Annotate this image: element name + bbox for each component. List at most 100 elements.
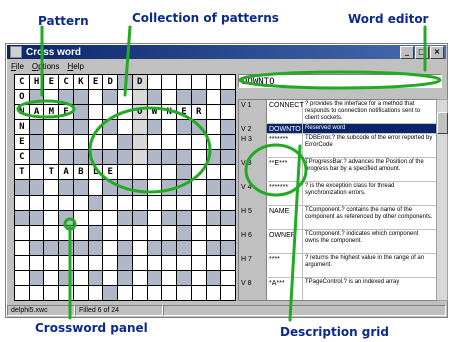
crossword-cell[interactable] bbox=[29, 240, 44, 255]
crossword-cell[interactable] bbox=[73, 240, 88, 255]
crossword-cell[interactable] bbox=[73, 270, 88, 285]
crossword-cell[interactable] bbox=[177, 135, 191, 150]
crossword-cell[interactable] bbox=[118, 285, 132, 300]
crossword-cell[interactable] bbox=[59, 195, 73, 210]
crossword-cell[interactable] bbox=[44, 225, 59, 240]
crossword-cell[interactable] bbox=[103, 180, 118, 195]
crossword-cell[interactable]: C bbox=[15, 150, 29, 165]
crossword-cell[interactable] bbox=[162, 120, 177, 135]
close-button[interactable]: × bbox=[430, 46, 444, 59]
crossword-cell[interactable] bbox=[103, 120, 118, 135]
crossword-cell[interactable] bbox=[162, 180, 177, 195]
crossword-cell[interactable] bbox=[59, 240, 73, 255]
crossword-cell[interactable] bbox=[132, 180, 147, 195]
crossword-cell[interactable] bbox=[206, 135, 221, 150]
crossword-cell[interactable] bbox=[103, 90, 118, 105]
description-row[interactable]: V 3 **E*** TProgressBar.? advances the Pos… bbox=[239, 158, 436, 182]
crossword-cell[interactable] bbox=[191, 195, 206, 210]
crossword-cell[interactable] bbox=[162, 270, 177, 285]
crossword-cell[interactable] bbox=[162, 135, 177, 150]
crossword-cell[interactable]: E bbox=[44, 75, 59, 90]
crossword-cell[interactable] bbox=[177, 180, 191, 195]
crossword-cell[interactable] bbox=[191, 165, 206, 180]
crossword-cell[interactable] bbox=[59, 150, 73, 165]
description-row[interactable]: V 4 *******? is the exception class for t… bbox=[239, 182, 436, 206]
crossword-cell[interactable] bbox=[103, 270, 118, 285]
crossword-cell[interactable] bbox=[29, 150, 44, 165]
crossword-cell[interactable] bbox=[177, 90, 191, 105]
crossword-cell[interactable] bbox=[221, 285, 235, 300]
crossword-cell[interactable] bbox=[59, 270, 73, 285]
crossword-cell[interactable] bbox=[221, 150, 235, 165]
crossword-cell[interactable] bbox=[221, 255, 235, 270]
crossword-cell[interactable] bbox=[118, 210, 132, 225]
crossword-cell[interactable] bbox=[221, 240, 235, 255]
crossword-cell[interactable] bbox=[73, 120, 88, 135]
crossword-cell[interactable] bbox=[44, 150, 59, 165]
crossword-cell[interactable] bbox=[15, 225, 29, 240]
crossword-cell[interactable]: W bbox=[147, 105, 162, 120]
crossword-cell[interactable] bbox=[132, 90, 147, 105]
crossword-cell[interactable]: E bbox=[177, 105, 191, 120]
crossword-cell[interactable] bbox=[118, 120, 132, 135]
crossword-cell[interactable] bbox=[221, 180, 235, 195]
crossword-cell[interactable] bbox=[15, 180, 29, 195]
crossword-cell[interactable]: K bbox=[73, 75, 88, 90]
crossword-cell[interactable]: N bbox=[162, 105, 177, 120]
crossword-cell[interactable] bbox=[177, 150, 191, 165]
crossword-cell[interactable] bbox=[206, 150, 221, 165]
crossword-cell[interactable] bbox=[118, 270, 132, 285]
crossword-cell[interactable] bbox=[29, 165, 44, 180]
crossword-cell[interactable] bbox=[132, 195, 147, 210]
crossword-cell[interactable] bbox=[147, 150, 162, 165]
crossword-cell[interactable] bbox=[59, 180, 73, 195]
crossword-cell[interactable] bbox=[191, 90, 206, 105]
crossword-cell[interactable] bbox=[73, 195, 88, 210]
crossword-cell[interactable] bbox=[221, 90, 235, 105]
crossword-cell[interactable] bbox=[177, 270, 191, 285]
crossword-cell[interactable]: B bbox=[73, 165, 88, 180]
crossword-cell[interactable] bbox=[191, 150, 206, 165]
crossword-cell[interactable] bbox=[44, 135, 59, 150]
crossword-cell[interactable]: D bbox=[103, 75, 118, 90]
crossword-cell[interactable] bbox=[29, 180, 44, 195]
crossword-cell[interactable] bbox=[15, 195, 29, 210]
crossword-cell[interactable] bbox=[29, 210, 44, 225]
crossword-cell[interactable] bbox=[132, 240, 147, 255]
word-editor-input[interactable]: DOWNTO bbox=[238, 74, 442, 88]
crossword-cell[interactable] bbox=[191, 225, 206, 240]
description-scrollbar[interactable] bbox=[436, 99, 448, 301]
crossword-cell[interactable]: N bbox=[15, 120, 29, 135]
crossword-cell[interactable]: T bbox=[15, 165, 29, 180]
crossword-cell[interactable] bbox=[29, 120, 44, 135]
crossword-cell[interactable] bbox=[221, 225, 235, 240]
crossword-cell[interactable] bbox=[206, 240, 221, 255]
crossword-cell[interactable]: A bbox=[59, 165, 73, 180]
crossword-cell[interactable]: D bbox=[132, 75, 147, 90]
crossword-cell[interactable] bbox=[88, 225, 103, 240]
crossword-cell[interactable] bbox=[44, 255, 59, 270]
crossword-cell[interactable] bbox=[147, 240, 162, 255]
description-row[interactable]: H 6 OWNER TComponent.? indicates which com… bbox=[239, 230, 436, 254]
crossword-cell[interactable] bbox=[177, 120, 191, 135]
crossword-cell[interactable] bbox=[73, 255, 88, 270]
crossword-cell[interactable] bbox=[147, 210, 162, 225]
crossword-cell[interactable] bbox=[103, 225, 118, 240]
crossword-cell[interactable] bbox=[88, 285, 103, 300]
crossword-cell[interactable]: C bbox=[59, 75, 73, 90]
crossword-cell[interactable] bbox=[177, 75, 191, 90]
crossword-cell[interactable]: T bbox=[44, 165, 59, 180]
crossword-cell[interactable] bbox=[88, 240, 103, 255]
crossword-cell[interactable] bbox=[29, 270, 44, 285]
crossword-cell[interactable] bbox=[88, 105, 103, 120]
crossword-cell[interactable] bbox=[118, 240, 132, 255]
scroll-thumb[interactable] bbox=[437, 112, 448, 134]
crossword-cell[interactable] bbox=[162, 285, 177, 300]
crossword-cell[interactable] bbox=[177, 210, 191, 225]
crossword-cell[interactable] bbox=[44, 195, 59, 210]
crossword-cell[interactable] bbox=[59, 285, 73, 300]
crossword-cell[interactable] bbox=[73, 180, 88, 195]
crossword-cell[interactable] bbox=[15, 270, 29, 285]
crossword-cell[interactable] bbox=[206, 90, 221, 105]
crossword-cell[interactable] bbox=[29, 135, 44, 150]
